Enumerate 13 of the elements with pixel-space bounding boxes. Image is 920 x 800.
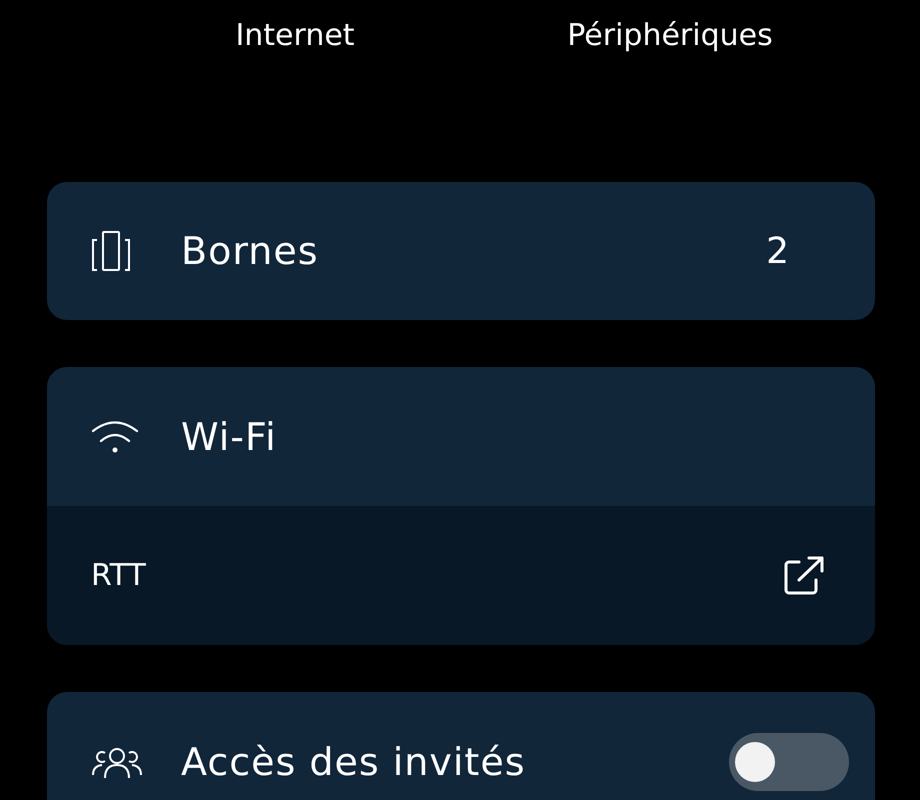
rtt-row[interactable]: RTT [47,506,875,645]
devices-icon [91,230,131,272]
wifi-label[interactable]: Wi-Fi [181,414,825,458]
nodes-card[interactable]: Bornes 2 [47,182,875,320]
wifi-icon [91,420,139,454]
tab[interactable]: Internet [105,18,355,52]
tab[interactable]: Périphériques [567,18,813,52]
guest-access-label: Accès des invités [181,740,527,784]
people-icon [91,745,143,779]
nodes-count: 2 [766,230,789,272]
rtt-label: RTT [91,558,147,593]
nodes-label: Bornes [181,229,320,273]
external-link-icon [783,556,825,596]
